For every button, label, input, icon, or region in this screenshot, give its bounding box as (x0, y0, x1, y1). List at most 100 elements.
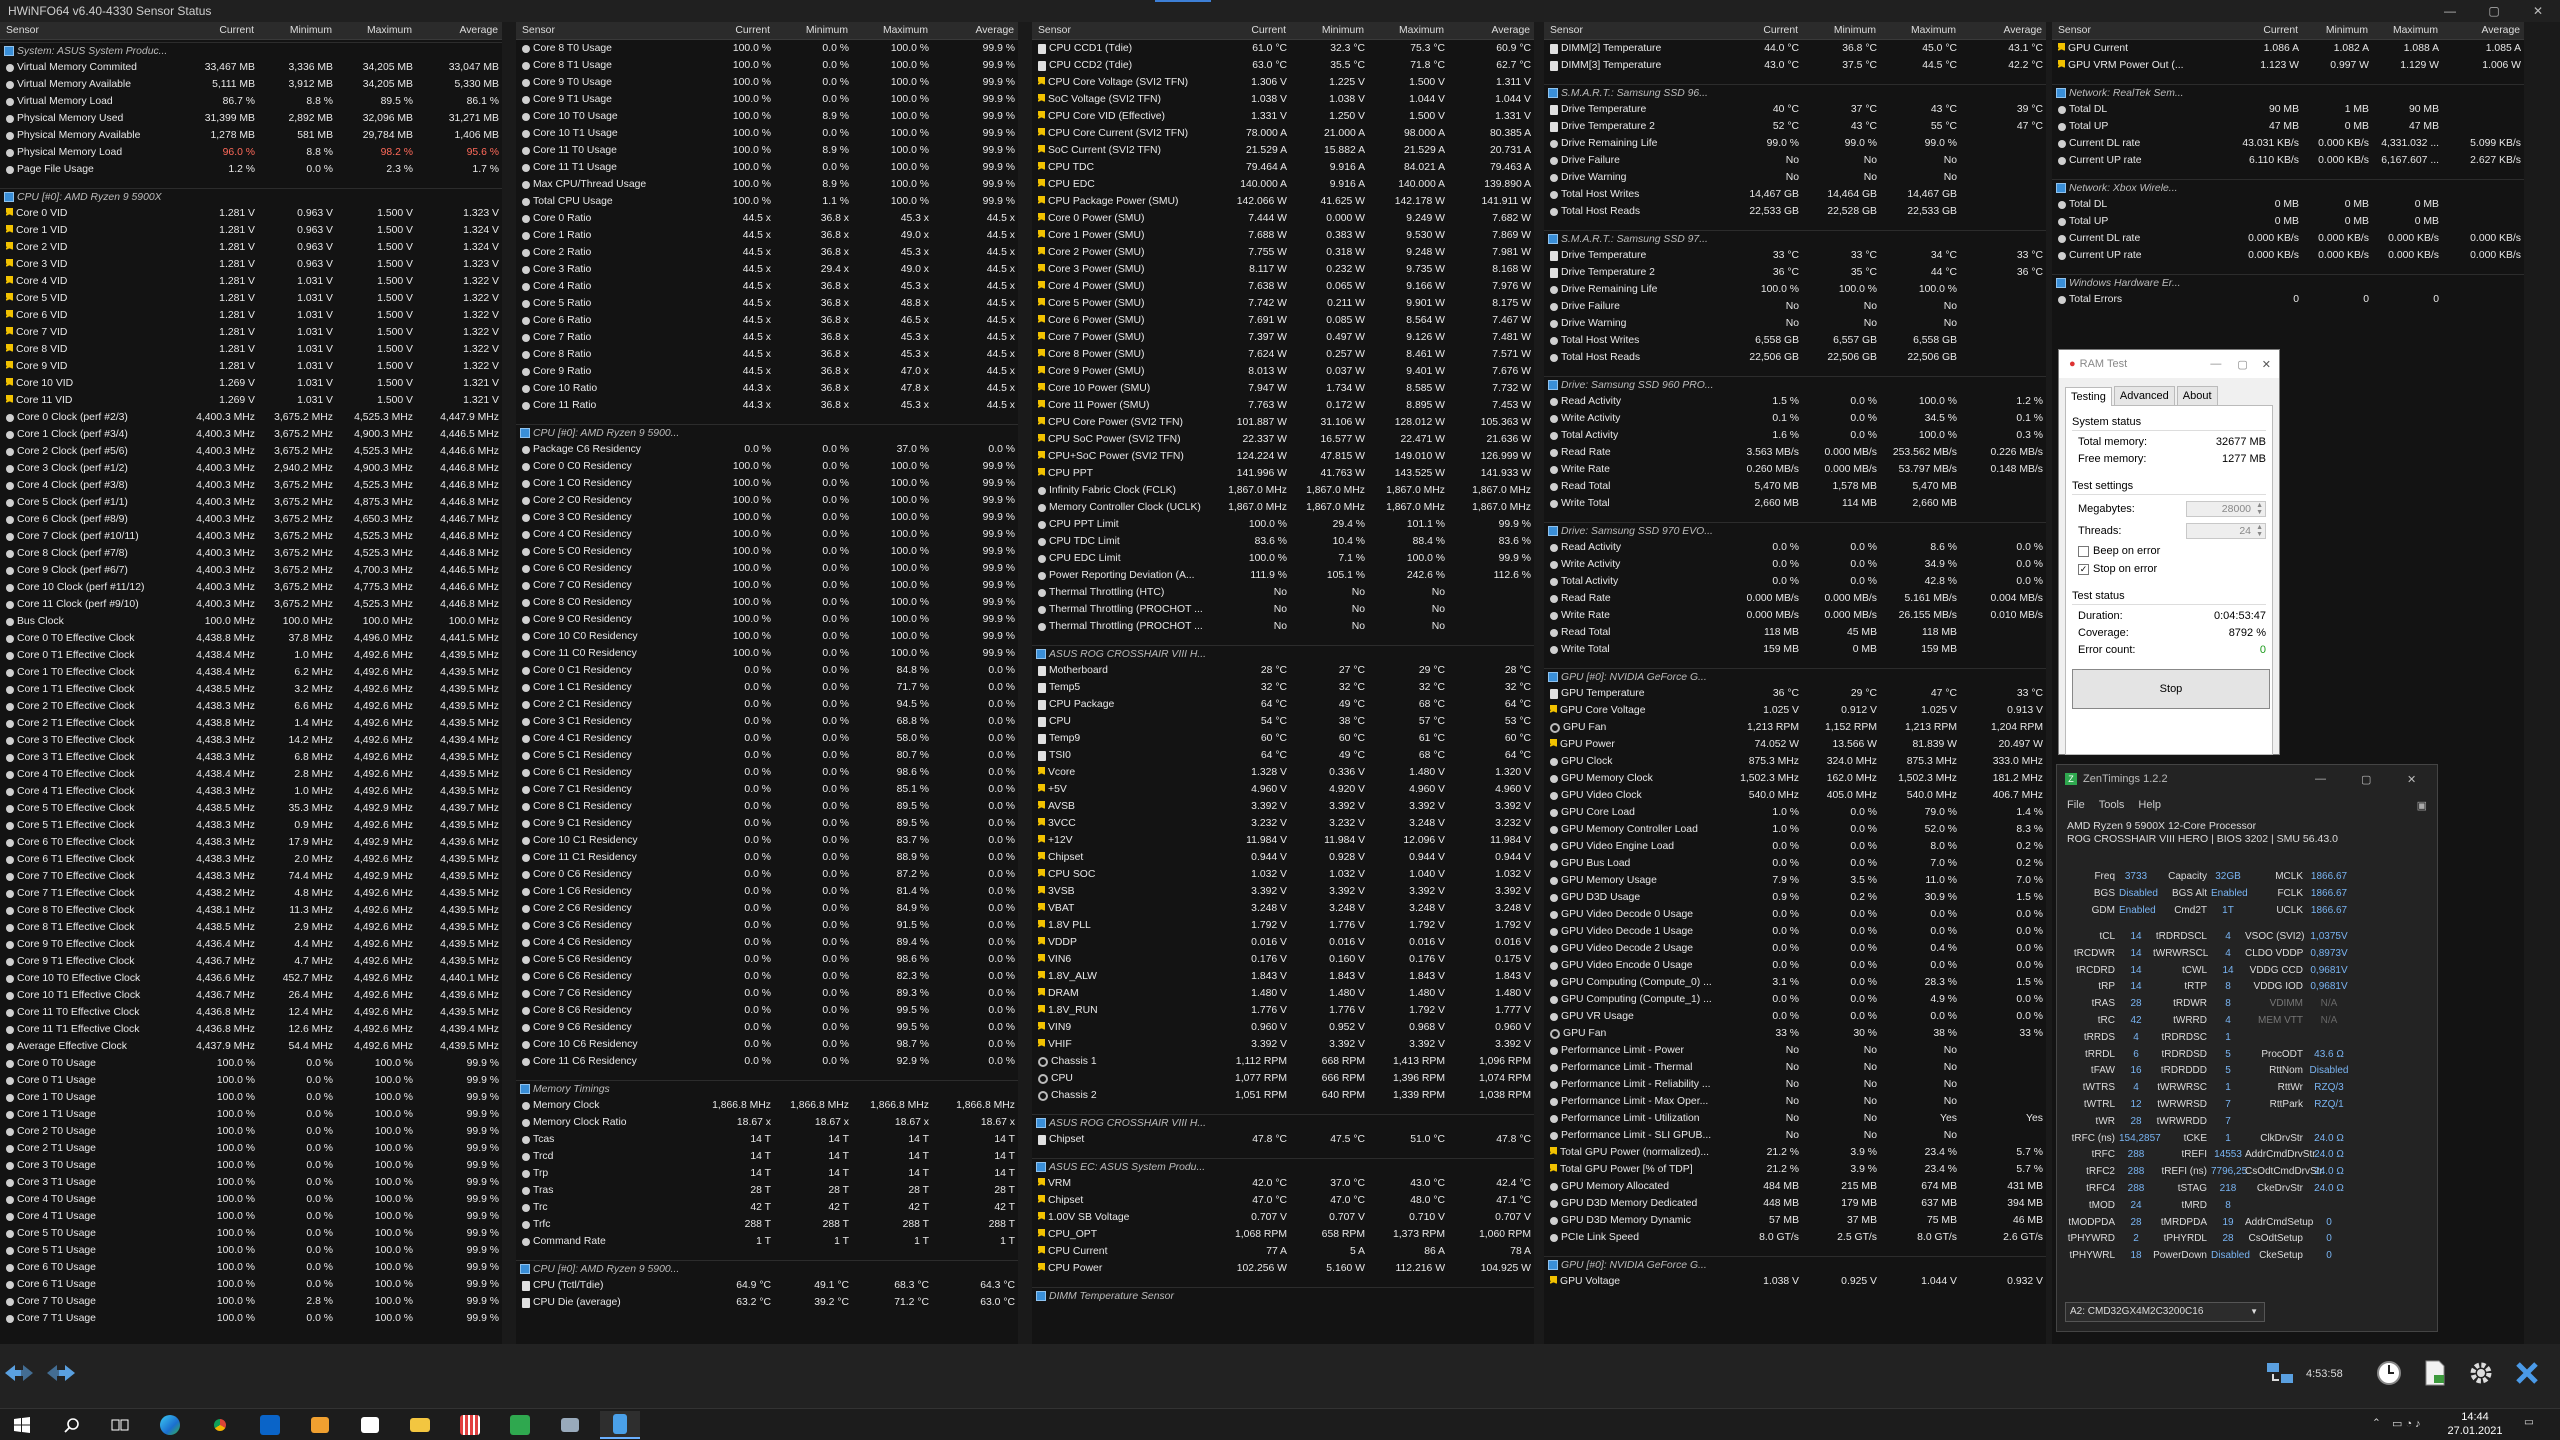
header-average[interactable]: Average (416, 22, 502, 39)
sensor-row[interactable]: Total Activity 1.6 % 0.0 % 100.0 % 0.3 % (1544, 427, 2046, 444)
header-maximum[interactable]: Maximum (336, 22, 416, 39)
header-minimum[interactable]: Minimum (2302, 22, 2372, 39)
sensor-row[interactable]: Core 0 T1 Usage 100.0 % 0.0 % 100.0 % 99.9 % (0, 1072, 502, 1089)
sensor-row[interactable]: GPU Fan 33 % 30 % 38 % 33 % (1544, 1025, 2046, 1042)
threads-input[interactable]: 24 ▲ ▼ (2186, 523, 2266, 539)
sensor-row[interactable]: Core 6 VID 1.281 V 1.031 V 1.500 V 1.322 V (0, 307, 502, 324)
header-maximum[interactable]: Maximum (1368, 22, 1448, 39)
active-app-taskbar-icon[interactable] (600, 1411, 640, 1439)
sensor-row[interactable]: Core 4 C0 Residency 100.0 % 0.0 % 100.0 % 99… (516, 526, 1018, 543)
header-maximum[interactable]: Maximum (852, 22, 932, 39)
sensor-row[interactable]: CPU PPT Limit 100.0 % 29.4 % 101.1 % 99.9 % (1032, 516, 1534, 533)
arrows-right-icon[interactable] (44, 1356, 78, 1390)
header-sensor[interactable]: Sensor (1544, 22, 1726, 39)
sensor-row[interactable]: Core 6 Clock (perf #8/9) 4,400.3 MHz 3,675… (0, 511, 502, 528)
sensor-row[interactable]: Core 7 Power (SMU) 7.397 W 0.497 W 9.126 W7… (1032, 329, 1534, 346)
tab-advanced[interactable]: Advanced (2113, 386, 2175, 405)
beep-checkbox-box[interactable] (2078, 545, 2089, 557)
sensor-row[interactable]: VRM 42.0 °C 37.0 °C 43.0 °C 42.4 °C (1032, 1175, 1534, 1192)
sensor-row[interactable]: Total Errors 0 0 0 (2052, 291, 2524, 308)
sensor-row[interactable]: Core 10 T0 Usage 100.0 % 8.9 % 100.0 % 99.9 … (516, 108, 1018, 125)
sensor-row[interactable]: GPU Computing (Compute_0) ... 3.1 % 0.0 % 2… (1544, 974, 2046, 991)
sensor-row[interactable]: GPU Temperature 36 °C 29 °C 47 °C 33 °C (1544, 685, 2046, 702)
sensor-row[interactable]: Core 6 T1 Effective Clock 4,438.3 MHz 2.0 … (0, 851, 502, 868)
sensor-row[interactable]: Performance Limit - SLI GPUB... No No No (1544, 1127, 2046, 1144)
dimm-select[interactable]: A2: CMD32GX4M2C3200C16 ▼ (2065, 1302, 2265, 1322)
media-player-icon[interactable] (300, 1411, 340, 1439)
sensor-row[interactable]: Core 3 Ratio 44.5 x 29.4 x 49.0 x 44.5 x (516, 261, 1018, 278)
sensor-row[interactable]: Core 4 T1 Effective Clock 4,438.3 MHz 1.0 … (0, 783, 502, 800)
sensor-group-header[interactable]: Network: RealTek Sem... (2052, 84, 2524, 101)
zentimings-taskbar-icon[interactable] (500, 1411, 540, 1439)
report-icon[interactable] (2418, 1356, 2452, 1390)
sensor-row[interactable]: Core 6 T0 Effective Clock 4,438.3 MHz 17.9… (0, 834, 502, 851)
sensor-row[interactable]: Temp9 60 °C 60 °C 61 °C 60 °C (1032, 730, 1534, 747)
sensor-row[interactable]: Core 3 Power (SMU) 8.117 W 0.232 W 9.735 W8… (1032, 261, 1534, 278)
check-icon[interactable]: ✓ (2078, 563, 2089, 575)
sensor-row[interactable]: Core 10 T0 Effective Clock 4,436.6 MHz 452… (0, 970, 502, 987)
sensor-row[interactable]: Core 2 T0 Effective Clock 4,438.3 MHz 6.6 … (0, 698, 502, 715)
beep-on-error-checkbox[interactable]: Beep on error (2072, 542, 2266, 560)
sensor-row[interactable]: GPU Fan 1,213 RPM 1,152 RPM 1,213 RPM 1,204 … (1544, 719, 2046, 736)
header-average[interactable]: Average (1448, 22, 1534, 39)
sensor-row[interactable]: Core 5 T1 Usage 100.0 % 0.0 % 100.0 % 99.9 % (0, 1242, 502, 1259)
sensor-row[interactable]: GPU Video Decode 2 Usage 0.0 % 0.0 % 0.4 % 0… (1544, 940, 2046, 957)
header-sensor[interactable]: Sensor (1032, 22, 1214, 39)
sensor-row[interactable]: 1.00V SB Voltage 0.707 V 0.707 V 0.710 V 0.7… (1032, 1209, 1534, 1226)
sensor-row[interactable]: GPU Memory Clock 1,502.3 MHz 162.0 MHz 1,50… (1544, 770, 2046, 787)
sensor-row[interactable]: Core 6 C1 Residency 0.0 % 0.0 % 98.6 % 0.0 % (516, 764, 1018, 781)
sensor-row[interactable]: Write Activity 0.1 % 0.0 % 34.5 % 0.1 % (1544, 410, 2046, 427)
sensor-row[interactable]: Core 7 T1 Usage 100.0 % 0.0 % 100.0 % 99.9 % (0, 1310, 502, 1327)
sensor-row[interactable]: PCIe Link Speed 8.0 GT/s 2.5 GT/s 8.0 GT/s 2… (1544, 1229, 2046, 1246)
sensor-row[interactable]: Write Total 2,660 MB 114 MB 2,660 MB (1544, 495, 2046, 512)
sensor-row[interactable]: Trfc 288 T 288 T 288 T 288 T (516, 1216, 1018, 1233)
sensor-row[interactable]: Core 8 T1 Usage 100.0 % 0.0 % 100.0 % 99.9 % (516, 57, 1018, 74)
sensor-row[interactable]: CPU CCD2 (Tdie) 63.0 °C 35.5 °C 71.8 °C 62.7… (1032, 57, 1534, 74)
sensor-row[interactable]: Total Host Writes 14,467 GB 14,464 GB 14,46… (1544, 186, 2046, 203)
sensor-row[interactable]: Write Total 159 MB 0 MB 159 MB (1544, 641, 2046, 658)
sensor-row[interactable]: CPU+SoC Power (SVI2 TFN) 124.224 W 47.815 … (1032, 448, 1534, 465)
sensor-row[interactable]: Core 1 Clock (perf #3/4) 4,400.3 MHz 3,675… (0, 426, 502, 443)
sensor-group-header[interactable]: Memory Timings (516, 1080, 1018, 1097)
header-minimum[interactable]: Minimum (1802, 22, 1880, 39)
sensor-row[interactable]: GPU Power 74.052 W 13.566 W 81.839 W 20.497 … (1544, 736, 2046, 753)
sensor-group-header[interactable]: CPU [#0]: AMD Ryzen 9 5900X (0, 188, 502, 205)
sensor-row[interactable]: Core 1 Power (SMU) 7.688 W 0.383 W 9.530 W7… (1032, 227, 1534, 244)
sensor-row[interactable]: Tcas 14 T 14 T 14 T 14 T (516, 1131, 1018, 1148)
tab-testing[interactable]: Testing (2065, 387, 2112, 406)
screenshot-icon[interactable]: ▣ (2417, 799, 2427, 812)
sensor-row[interactable]: Motherboard 28 °C 27 °C 29 °C 28 °C (1032, 662, 1534, 679)
sensor-row[interactable]: Drive Temperature 33 °C 33 °C 34 °C 33 °C (1544, 247, 2046, 264)
sensor-row[interactable]: CPU Die (average) 63.2 °C 39.2 °C 71.2 °C 63… (516, 1294, 1018, 1311)
sensor-row[interactable]: Core 9 T0 Usage 100.0 % 0.0 % 100.0 % 99.9 % (516, 74, 1018, 91)
sensor-row[interactable]: Core 10 Ratio 44.3 x 36.8 x 47.8 x 44.5 x (516, 380, 1018, 397)
maximize-button[interactable]: ▢ (2472, 0, 2516, 22)
sensor-row[interactable]: Bus Clock 100.0 MHz 100.0 MHz 100.0 MHz 100.… (0, 613, 502, 630)
zentimings-maximize[interactable]: ▢ (2361, 773, 2371, 786)
sensor-row[interactable]: Core 8 C6 Residency 0.0 % 0.0 % 99.5 % 0.0 % (516, 1002, 1018, 1019)
sensor-row[interactable]: Total DL 0 MB 0 MB 0 MB (2052, 196, 2524, 213)
sensor-row[interactable]: Core 4 C6 Residency 0.0 % 0.0 % 89.4 % 0.0 % (516, 934, 1018, 951)
sensor-row[interactable]: Core 2 Ratio 44.5 x 36.8 x 45.3 x 44.5 x (516, 244, 1018, 261)
sensor-row[interactable]: Core 4 Ratio 44.5 x 36.8 x 45.3 x 44.5 x (516, 278, 1018, 295)
sensor-row[interactable]: Core 4 T0 Usage 100.0 % 0.0 % 100.0 % 99.9 % (0, 1191, 502, 1208)
sensor-row[interactable]: CPU TDC Limit 83.6 % 10.4 % 88.4 % 83.6 % (1032, 533, 1534, 550)
sensor-row[interactable]: CPU PPT 141.996 W 41.763 W 143.525 W 141.933… (1032, 465, 1534, 482)
header-sensor[interactable]: Sensor (516, 22, 698, 39)
sensor-group-header[interactable]: S.M.A.R.T.: Samsung SSD 96... (1544, 84, 2046, 101)
sensor-row[interactable]: Core 1 T1 Effective Clock 4,438.5 MHz 3.2 … (0, 681, 502, 698)
sensor-row[interactable]: Core 2 T0 Usage 100.0 % 0.0 % 100.0 % 99.9 % (0, 1123, 502, 1140)
sensor-row[interactable]: Core 2 Power (SMU) 7.755 W 0.318 W 9.248 W7… (1032, 244, 1534, 261)
edge-icon[interactable] (150, 1411, 190, 1439)
gear-icon[interactable] (2464, 1356, 2498, 1390)
sensor-row[interactable]: VIN9 0.960 V 0.952 V 0.968 V 0.960 V (1032, 1019, 1534, 1036)
sensor-row[interactable]: Current UP rate 0.000 KB/s 0.000 KB/s 0.000… (2052, 247, 2524, 264)
sensor-row[interactable]: Core 11 T0 Effective Clock 4,436.8 MHz 12.… (0, 1004, 502, 1021)
sensor-row[interactable]: Core 4 C1 Residency 0.0 % 0.0 % 58.0 % 0.0 % (516, 730, 1018, 747)
sensor-row[interactable]: Core 6 C0 Residency 100.0 % 0.0 % 100.0 % 99… (516, 560, 1018, 577)
sensor-row[interactable]: Core 6 C6 Residency 0.0 % 0.0 % 82.3 % 0.0 % (516, 968, 1018, 985)
sensor-row[interactable]: Page File Usage 1.2 % 0.0 % 2.3 % 1.7 % (0, 161, 502, 178)
sensor-row[interactable]: Core 8 Clock (perf #7/8) 4,400.3 MHz 3,675… (0, 545, 502, 562)
sensor-row[interactable]: GPU Clock 875.3 MHz 324.0 MHz 875.3 MHz 333.… (1544, 753, 2046, 770)
sensor-row[interactable]: Performance Limit - Thermal No No No (1544, 1059, 2046, 1076)
